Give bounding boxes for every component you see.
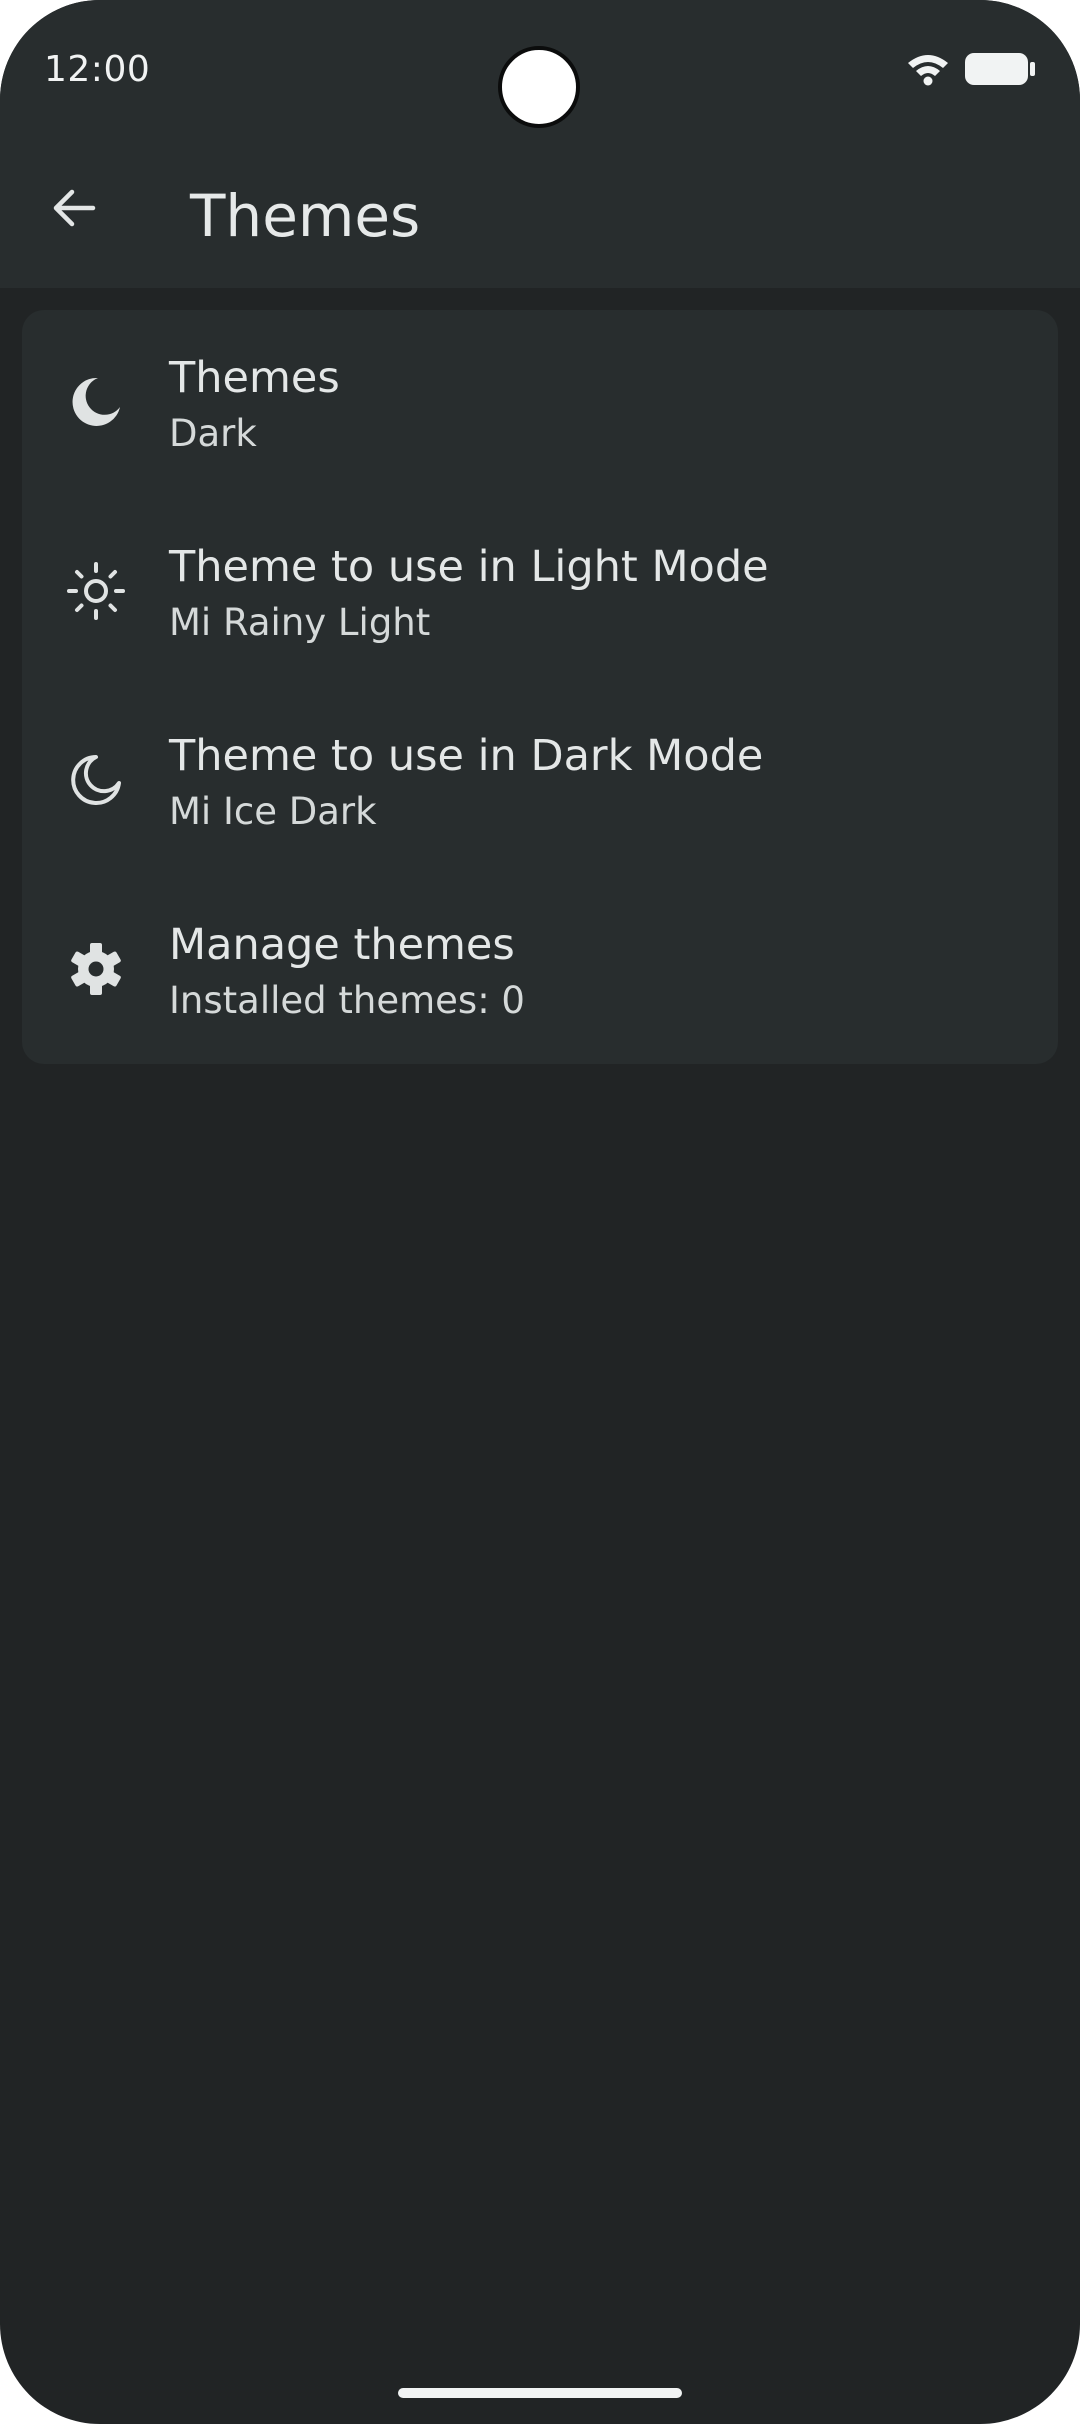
battery-icon <box>964 51 1036 91</box>
setting-value: Dark <box>169 412 257 455</box>
phone-screen: 12:00 Themes Themes Dark Theme to use in… <box>0 0 1080 2424</box>
status-icons <box>906 50 1036 92</box>
back-button[interactable] <box>30 166 118 254</box>
setting-light-mode-theme[interactable]: Theme to use in Light Mode Mi Rainy Ligh… <box>22 499 1058 687</box>
status-time: 12:00 <box>44 49 151 90</box>
setting-title: Manage themes <box>169 920 515 970</box>
setting-dark-mode-theme[interactable]: Theme to use in Dark Mode Mi Ice Dark <box>22 688 1058 876</box>
gear-icon <box>66 939 126 999</box>
crescent-moon-filled-icon <box>66 372 126 432</box>
setting-value: Mi Rainy Light <box>169 601 431 644</box>
setting-themes[interactable]: Themes Dark <box>22 310 1058 498</box>
top-app-surface <box>0 0 1080 288</box>
setting-title: Theme to use in Light Mode <box>169 542 769 592</box>
arrow-left-icon <box>49 183 99 237</box>
setting-title: Theme to use in Dark Mode <box>169 731 764 781</box>
camera-cutout <box>498 46 580 128</box>
setting-value: Installed themes: 0 <box>169 979 525 1022</box>
setting-value: Mi Ice Dark <box>169 790 377 833</box>
setting-title: Themes <box>169 353 340 403</box>
wifi-icon <box>906 52 950 90</box>
setting-manage-themes[interactable]: Manage themes Installed themes: 0 <box>22 877 1058 1065</box>
theme-settings-card: Themes Dark Theme to use in Light Mode M… <box>22 310 1058 1064</box>
sun-icon <box>66 561 126 621</box>
page-title: Themes <box>190 182 421 250</box>
home-indicator[interactable] <box>398 2388 682 2398</box>
crescent-moon-outline-icon <box>66 750 126 810</box>
